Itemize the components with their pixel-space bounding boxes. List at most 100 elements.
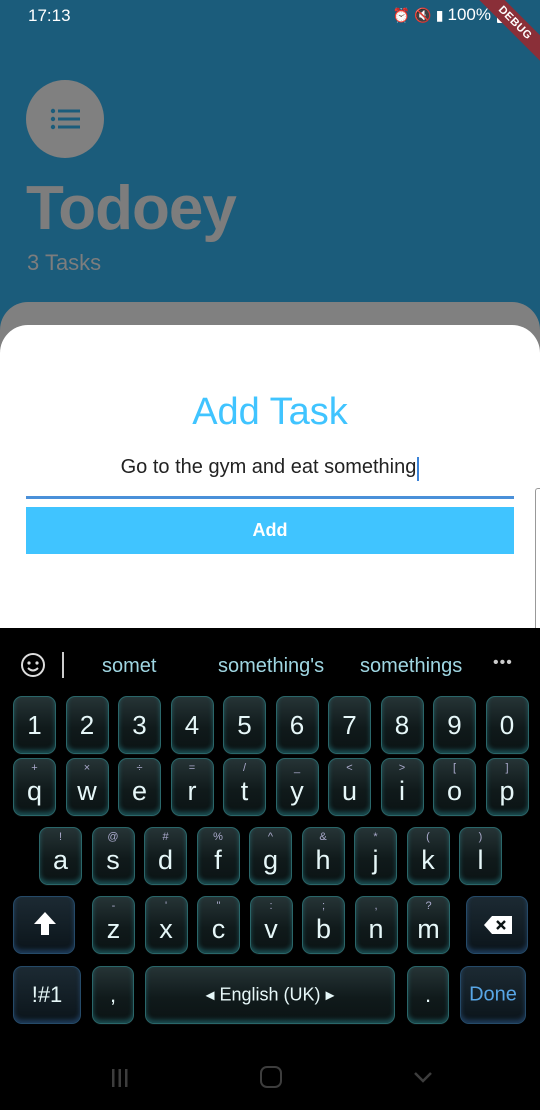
suggestion-3[interactable]: somethings: [360, 655, 462, 678]
key-9-label: 9: [447, 710, 462, 740]
app-title: Todoey: [26, 174, 237, 243]
period-key[interactable]: .: [407, 966, 449, 1024]
task-input[interactable]: Go to the gym and eat something: [26, 451, 514, 499]
key-1-label: 1: [27, 710, 42, 740]
text-caret: [417, 456, 420, 481]
key-g[interactable]: ^ g: [249, 827, 292, 885]
emoji-icon[interactable]: [18, 650, 48, 680]
comma-key[interactable]: ,: [92, 966, 134, 1024]
mute-icon: 🔇: [414, 6, 432, 23]
key-k-label: k: [421, 845, 435, 875]
key-b[interactable]: ; b: [302, 896, 345, 954]
key-3-label: 3: [132, 710, 147, 740]
key-f[interactable]: % f: [196, 827, 240, 885]
key-r-label: r: [187, 776, 197, 806]
recents-icon[interactable]: [110, 1068, 130, 1088]
suggestion-2[interactable]: something's: [218, 655, 324, 678]
key-z-label: z: [106, 914, 121, 944]
key-h[interactable]: & h: [301, 827, 345, 885]
key-s-hint: @: [107, 831, 119, 843]
shift-arrow-icon: [34, 912, 56, 935]
key-w-hint: ×: [83, 762, 91, 774]
key-w[interactable]: × w: [65, 758, 109, 816]
key-c[interactable]: " c: [197, 896, 240, 954]
key-u-label: u: [341, 776, 358, 806]
key-u-hint: <: [346, 762, 353, 774]
key-7-label: 7: [342, 710, 357, 740]
key-z[interactable]: -z: [92, 896, 135, 954]
key-e-hint: ÷: [136, 762, 143, 774]
backspace-key[interactable]: [466, 896, 528, 954]
key-q-label: q: [26, 776, 43, 806]
key-2[interactable]: 2: [65, 696, 109, 754]
space-key[interactable]: ◂ English (UK) ▸: [145, 966, 395, 1024]
suggestion-divider: [62, 652, 64, 678]
key-3[interactable]: 3: [118, 696, 161, 754]
key-b-hint: ;: [321, 900, 326, 912]
suggestion-bar: somet something's somethings •••: [0, 628, 540, 700]
signal-icon: ▮: [435, 6, 444, 23]
key-j[interactable]: * j: [354, 827, 397, 885]
key-k[interactable]: (k: [406, 827, 450, 885]
suggestion-1[interactable]: somet: [102, 655, 156, 678]
key-y[interactable]: _ y: [275, 758, 319, 816]
key-x[interactable]: ' x: [144, 896, 188, 954]
key-8[interactable]: 8: [380, 696, 424, 754]
key-b-label: b: [315, 914, 332, 944]
key-n[interactable]: ,n: [354, 896, 398, 954]
key-8-label: 8: [394, 710, 410, 740]
key-t-hint: /: [242, 762, 247, 774]
key-v[interactable]: :v: [249, 896, 293, 954]
key-p[interactable]: ] p: [485, 758, 529, 816]
key-l-label: l: [477, 845, 484, 875]
sheet-title: Add Task: [192, 391, 348, 433]
key-m[interactable]: ? m: [407, 896, 450, 954]
done-key[interactable]: Done: [460, 966, 526, 1024]
key-f-label: f: [214, 845, 222, 875]
key-t[interactable]: / t: [223, 758, 266, 816]
app-background: 17:13 ⏰ 🔇 ▮ 100% DEBUG Todoey 3 Tasks: [0, 0, 540, 362]
alarm-icon: ⏰: [392, 6, 411, 23]
key-a[interactable]: ! a: [39, 827, 82, 885]
symbols-key-label: !#1: [31, 982, 63, 1007]
key-5[interactable]: 5: [223, 696, 266, 754]
key-7[interactable]: 7: [328, 696, 371, 754]
key-k-hint: (: [426, 831, 430, 843]
task-count: 3 Tasks: [27, 250, 102, 275]
key-h-label: h: [315, 845, 331, 875]
key-d-label: d: [157, 845, 174, 875]
key-s[interactable]: @ s: [91, 827, 135, 885]
key-e[interactable]: ÷ e: [118, 758, 161, 816]
key-6[interactable]: 6: [275, 696, 319, 754]
key-g-hint: ^: [267, 831, 274, 843]
key-i[interactable]: > i: [380, 758, 424, 816]
key-i-label: i: [399, 776, 405, 806]
key-4-label: 4: [184, 710, 200, 740]
key-o-hint: [: [452, 762, 457, 774]
list-icon: [50, 108, 80, 130]
status-time: 17:13: [28, 6, 71, 25]
add-button[interactable]: Add: [26, 507, 514, 554]
key-u[interactable]: < u: [328, 758, 371, 816]
key-t-label: t: [240, 776, 249, 806]
shift-key[interactable]: [13, 896, 75, 954]
key-0[interactable]: 0: [485, 696, 529, 754]
key-f-hint: %: [213, 831, 223, 843]
key-1[interactable]: 1: [13, 696, 56, 754]
done-key-label: Done: [469, 983, 517, 1006]
key-d[interactable]: # d: [144, 827, 187, 885]
key-l[interactable]: ) l: [459, 827, 502, 885]
key-r[interactable]: = r: [170, 758, 214, 816]
key-l-hint: ): [478, 831, 483, 843]
key-v-hint: :: [269, 900, 273, 912]
symbols-key[interactable]: !#1: [13, 966, 81, 1024]
key-y-hint: _: [293, 762, 301, 774]
more-options-icon[interactable]: •••: [493, 654, 513, 672]
back-chevron-icon[interactable]: [412, 1066, 434, 1088]
home-icon[interactable]: [260, 1066, 282, 1088]
key-q[interactable]: + q: [13, 758, 56, 816]
key-4[interactable]: 4: [170, 696, 214, 754]
key-o[interactable]: [o: [433, 758, 476, 816]
key-9[interactable]: 9: [433, 696, 476, 754]
navigation-bar: [0, 1048, 540, 1110]
